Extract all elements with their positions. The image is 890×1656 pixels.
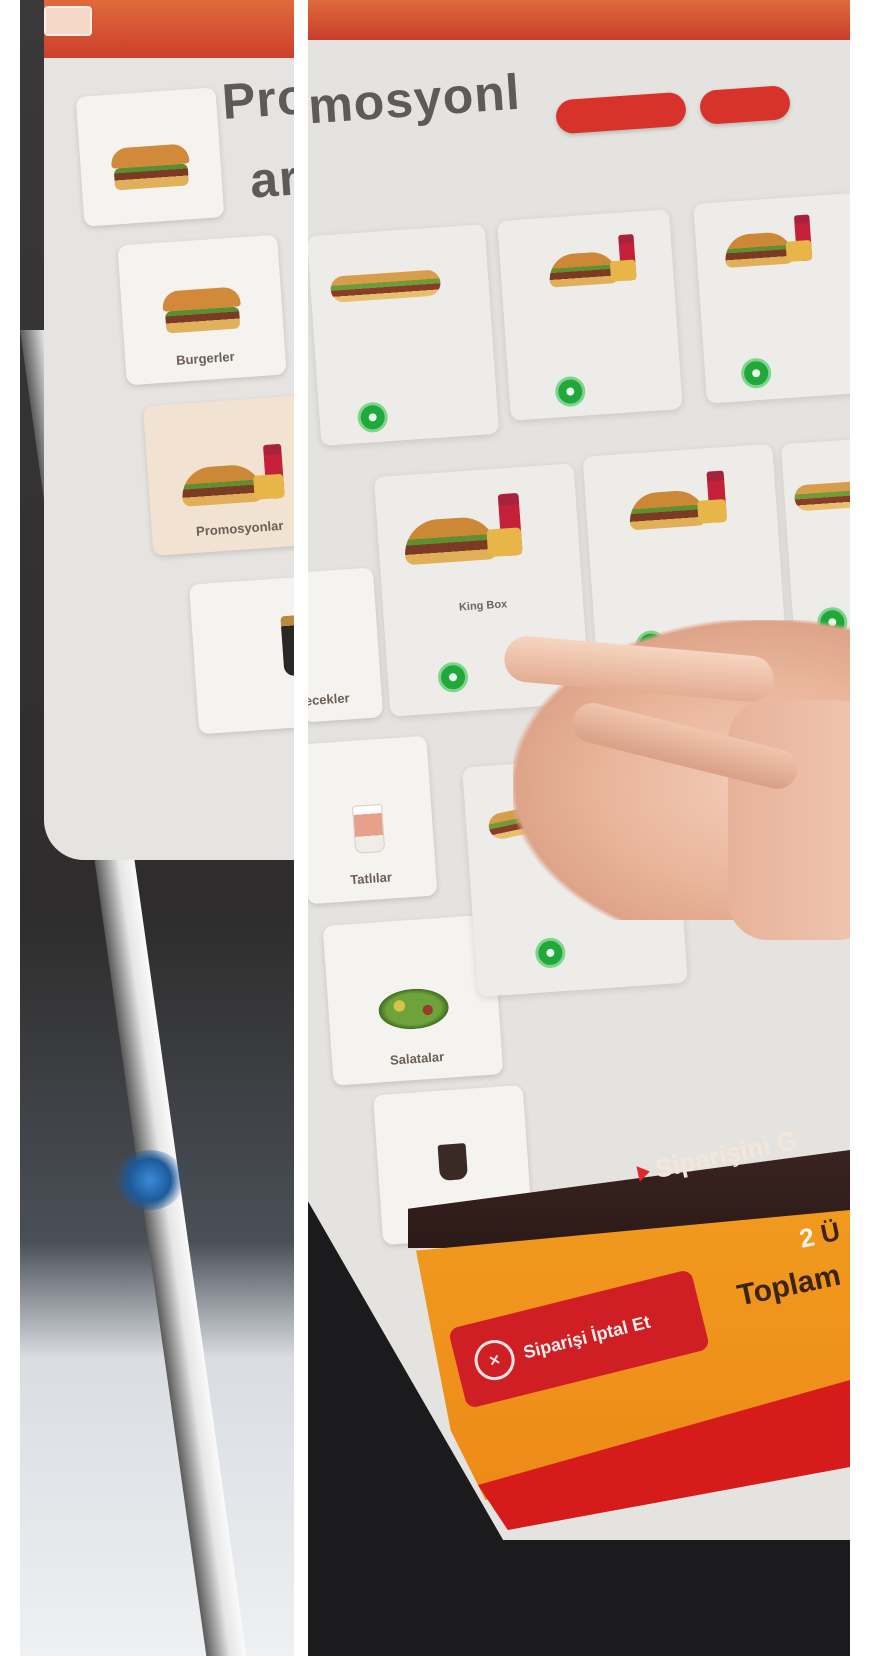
sidebar-item-label: Burgerler (175, 348, 236, 368)
sidebar-item-tatlilar[interactable]: Tatlılar (308, 735, 438, 905)
top-bar (308, 0, 850, 40)
sidebar-item-promosyonlar[interactable]: Promosyonlar (142, 394, 308, 556)
photo-divider (294, 0, 308, 1656)
product-card[interactable] (497, 209, 683, 421)
sandwich-icon (793, 472, 850, 516)
top-bar (44, 0, 308, 58)
sidebar-item-burgerler[interactable]: Burgerler (117, 234, 287, 386)
sidebar-item-label: Salatalar (389, 1048, 445, 1068)
sidebar-item-label: Promosyonlar (195, 517, 284, 539)
coffee-icon (431, 1133, 474, 1184)
kiosk-screen-left: Pro ar Burgerler Promosyonlar (44, 0, 308, 860)
add-to-cart-button[interactable] (356, 401, 389, 434)
salad-icon (377, 981, 450, 1032)
product-name (700, 292, 850, 304)
add-to-cart-button[interactable] (437, 661, 470, 694)
left-photo-strip: Pro ar Burgerler Promosyonlar (20, 0, 308, 1656)
product-name (788, 546, 850, 554)
brand-logo (44, 6, 92, 36)
sidebar-item-label: İçecekler (308, 690, 351, 710)
cancel-icon: ✕ (470, 1335, 519, 1385)
burger-icon (162, 286, 243, 337)
sandwich-combo-icon (627, 470, 735, 532)
combo-meal-icon (401, 492, 532, 567)
user-wrist (728, 700, 850, 940)
combo-meal-icon (179, 443, 293, 509)
add-to-cart-button[interactable] (740, 357, 773, 390)
language-button[interactable] (554, 91, 688, 135)
combo-meal-icon (547, 234, 644, 290)
right-photo-strip: mosyonl İçecekler Tatlılar Salatalar Kin… (308, 0, 850, 1656)
product-name (591, 561, 781, 574)
dessert-cup-icon (348, 798, 388, 852)
product-card[interactable] (308, 224, 500, 446)
product-card[interactable] (693, 192, 850, 404)
accessibility-button[interactable] (698, 84, 792, 126)
product-name (504, 309, 676, 321)
product-name (315, 344, 493, 356)
sub-sandwich-icon (329, 263, 441, 307)
cancel-order-label: Siparişi İptal Et (521, 1311, 653, 1363)
add-to-cart-button[interactable] (554, 375, 587, 408)
sidebar-item-icecekler[interactable]: İçecekler (308, 567, 384, 723)
sandwich-icon (723, 214, 820, 270)
sidebar-item-icecekler-left[interactable] (188, 575, 308, 735)
triangle-icon (636, 1163, 652, 1182)
burger-icon (110, 143, 191, 194)
add-to-cart-button[interactable] (534, 936, 567, 969)
page-title-continued: mosyonl (308, 63, 523, 135)
kiosk-status-light (115, 1150, 185, 1210)
sidebar-item-burgers-top[interactable] (75, 87, 225, 227)
sidebar-item-label: Tatlılar (349, 869, 393, 888)
product-name: King Box (458, 598, 508, 614)
